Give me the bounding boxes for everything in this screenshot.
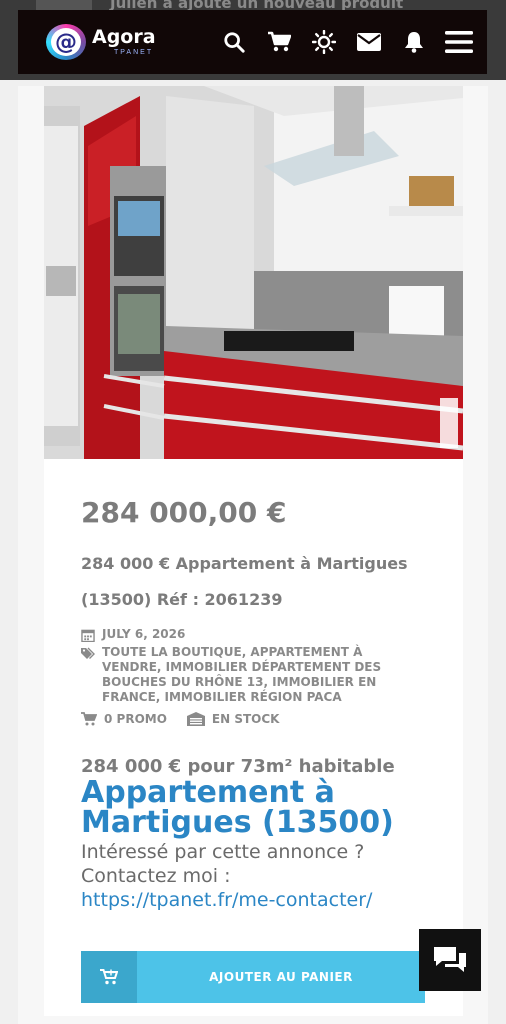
product-stock-row: 0 PROMO EN STOCK [81, 712, 299, 726]
menu-icon[interactable] [441, 28, 477, 56]
sun-icon[interactable] [306, 28, 342, 56]
stock-status: EN STOCK [211, 712, 280, 726]
product-categories[interactable]: TOUTE LA BOUTIQUE, APPARTEMENT À VENDRE,… [102, 645, 421, 705]
product-meta: JULY 6, 2026 TOUTE LA BOUTIQUE, APPARTEM… [81, 626, 421, 705]
search-icon[interactable] [216, 28, 252, 56]
tags-icon [81, 647, 95, 659]
chat-icon [434, 947, 466, 972]
product-date: JULY 6, 2026 [102, 627, 186, 641]
chat-button[interactable] [419, 929, 481, 991]
product-price: 284 000,00 € [81, 496, 287, 529]
product-card: 284 000,00 € 284 000 € Appartement à Mar… [44, 86, 463, 1016]
stock-info: EN STOCK [186, 712, 280, 726]
cart-icon[interactable] [261, 28, 297, 56]
logo-name: Agora [92, 26, 156, 48]
logo-mark-icon: @ [46, 24, 86, 60]
promo-count: 0 PROMO [104, 712, 167, 726]
site-header: @ Agora TPANET [18, 10, 487, 74]
site-logo[interactable]: @ Agora TPANET [46, 24, 156, 60]
product-photo[interactable] [44, 86, 463, 459]
description-headline: 284 000 € pour 73m² habitable [81, 756, 395, 777]
contact-link[interactable]: https://tpanet.fr/me-contacter/ [81, 889, 372, 911]
description-body: Intéressé par cette annonce ? Contactez … [81, 841, 365, 887]
add-to-cart-button[interactable]: AJOUTER AU PANIER [81, 951, 425, 1003]
cart-small-icon [81, 712, 97, 726]
product-title: 284 000 € Appartement à Martigues (13500… [81, 554, 408, 609]
promo-info: 0 PROMO [81, 712, 167, 726]
calendar-icon [81, 629, 95, 642]
mail-icon[interactable] [351, 28, 387, 56]
cart-add-icon [81, 951, 137, 1003]
bell-icon[interactable] [396, 28, 432, 56]
add-to-cart-label: AJOUTER AU PANIER [209, 970, 353, 984]
logo-subtitle: TPANET [114, 49, 154, 56]
warehouse-icon [186, 712, 205, 726]
header-actions [207, 28, 477, 56]
description-title: Appartement à Martigues (13500) [81, 775, 394, 840]
